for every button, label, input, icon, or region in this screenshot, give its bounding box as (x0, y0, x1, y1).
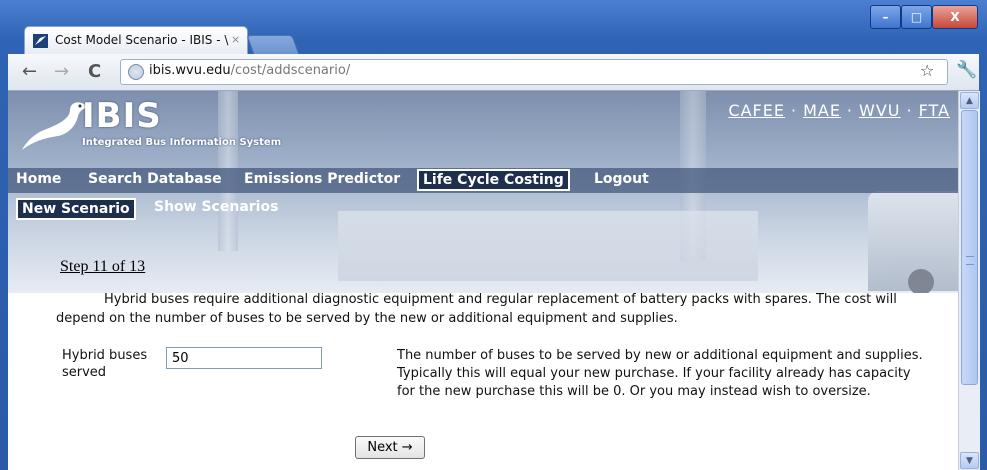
hybrid-buses-label: Hybrid buses served (62, 348, 148, 380)
browser-toolbar: ← → C ibis.wvu.edu/cost/addscenario/ ☆ 🔧 (8, 54, 979, 91)
nav-search-database[interactable]: Search Database (88, 171, 222, 187)
nav-emissions-predictor[interactable]: Emissions Predictor (244, 171, 400, 187)
page-content: IBIS Integrated Bus Information System C… (8, 91, 958, 470)
hybrid-buses-input[interactable] (166, 347, 322, 369)
window-controls: – □ X (870, 5, 978, 29)
link-fta[interactable]: FTA (919, 101, 950, 120)
browser-tab[interactable]: Cost Model Scenario - IBIS - \ × (24, 26, 248, 55)
header-banner: IBIS Integrated Bus Information System C… (8, 91, 958, 293)
vertical-scrollbar[interactable]: ▲ ▼ (958, 91, 980, 470)
address-bar[interactable]: ibis.wvu.edu/cost/addscenario/ (120, 59, 948, 85)
partner-links: CAFEE · MAE · WVU · FTA (728, 101, 950, 120)
main-nav: Home Search Database Emissions Predictor… (8, 168, 958, 193)
sub-nav: New Scenario Show Scenarios (8, 197, 308, 221)
forward-arrow-icon[interactable]: → (54, 61, 69, 82)
minimize-button[interactable]: – (870, 5, 901, 29)
next-button[interactable]: Next → (355, 436, 425, 459)
logo-tagline: Integrated Bus Information System (82, 137, 282, 148)
scroll-up-arrow-icon[interactable]: ▲ (960, 92, 979, 109)
ibis-bird-icon (22, 102, 88, 150)
maximize-button[interactable]: □ (901, 5, 932, 29)
intro-text: Hybrid buses require additional diagnost… (56, 292, 897, 326)
nav-logout[interactable]: Logout (594, 171, 649, 187)
bookmark-star-icon[interactable]: ☆ (920, 61, 934, 80)
link-mae[interactable]: MAE (803, 101, 841, 120)
link-cafee[interactable]: CAFEE (728, 101, 785, 120)
site-logo[interactable]: IBIS Integrated Bus Information System (20, 96, 310, 151)
new-tab-button[interactable] (246, 35, 300, 55)
field-help-text: The number of buses to be served by new … (397, 348, 923, 399)
scrollbar-thumb[interactable] (961, 110, 978, 385)
url-text: ibis.wvu.edu/cost/addscenario/ (149, 63, 351, 78)
link-wvu[interactable]: WVU (859, 101, 900, 120)
nav-home[interactable]: Home (16, 171, 61, 187)
globe-icon (128, 64, 144, 80)
ibis-favicon-icon (33, 34, 48, 48)
scroll-down-arrow-icon[interactable]: ▼ (960, 452, 979, 469)
back-arrow-icon[interactable]: ← (22, 61, 37, 82)
wrench-icon[interactable]: 🔧 (956, 60, 977, 80)
step-indicator: Step 11 of 13 (60, 258, 146, 275)
banner-building-image (338, 211, 758, 281)
browser-window: Cost Model Scenario - IBIS - \ × – □ X ←… (0, 0, 987, 470)
nav-life-cycle-costing[interactable]: Life Cycle Costing (417, 169, 570, 191)
reload-icon[interactable]: C (88, 61, 101, 82)
subnav-new-scenario[interactable]: New Scenario (16, 198, 136, 220)
tab-title: Cost Model Scenario - IBIS - \ (55, 33, 229, 47)
banner-bus-image (868, 191, 958, 293)
tab-close-icon[interactable]: × (231, 33, 240, 46)
close-window-button[interactable]: X (932, 5, 978, 29)
logo-text: IBIS (82, 96, 162, 136)
subnav-show-scenarios[interactable]: Show Scenarios (154, 199, 278, 215)
